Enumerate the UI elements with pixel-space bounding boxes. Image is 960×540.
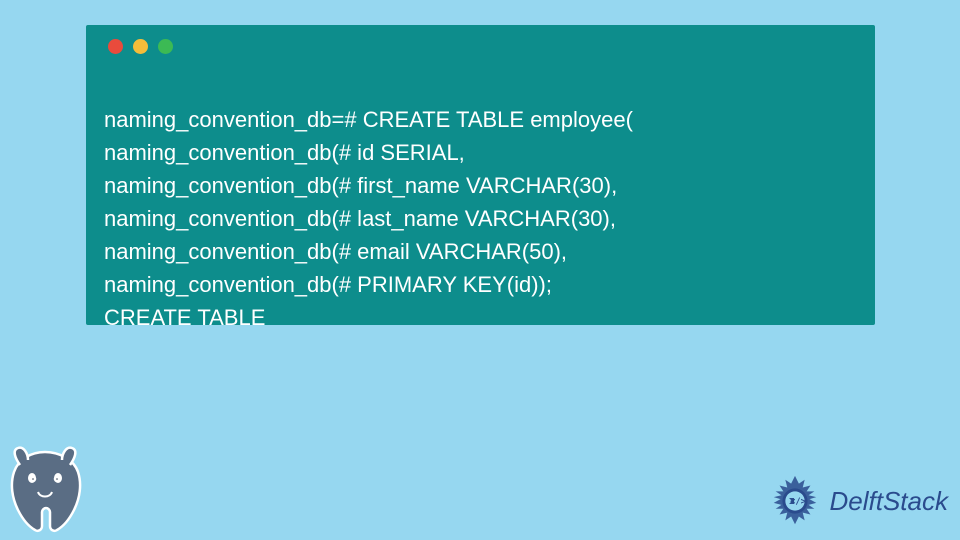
postgresql-logo-icon: [0, 440, 90, 535]
svg-text:</>: </>: [790, 497, 806, 507]
close-icon[interactable]: [108, 39, 123, 54]
delftstack-mandala-icon: </>: [766, 472, 824, 530]
terminal-window: naming_convention_db=# CREATE TABLE empl…: [86, 25, 875, 325]
minimize-icon[interactable]: [133, 39, 148, 54]
delftstack-brand-text: DelftStack: [830, 486, 949, 517]
code-line: naming_convention_db(# email VARCHAR(50)…: [104, 239, 567, 264]
code-line: naming_convention_db(# first_name VARCHA…: [104, 173, 617, 198]
code-line: naming_convention_db=# CREATE TABLE empl…: [104, 107, 633, 132]
terminal-code: naming_convention_db=# CREATE TABLE empl…: [104, 70, 857, 334]
code-line: naming_convention_db(# last_name VARCHAR…: [104, 206, 616, 231]
maximize-icon[interactable]: [158, 39, 173, 54]
code-line: naming_convention_db(# PRIMARY KEY(id));: [104, 272, 552, 297]
code-line: CREATE TABLE: [104, 305, 265, 330]
window-controls: [108, 39, 857, 54]
code-line: naming_convention_db(# id SERIAL,: [104, 140, 465, 165]
delftstack-logo: </> DelftStack: [766, 472, 949, 530]
